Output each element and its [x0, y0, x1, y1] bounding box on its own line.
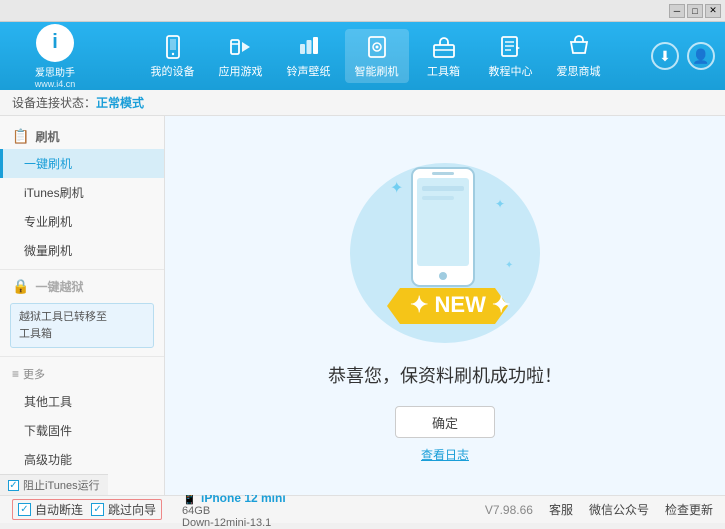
- skip-wizard-check-box[interactable]: [91, 503, 104, 516]
- status-value: 正常模式: [96, 94, 144, 111]
- advanced-label: 高级功能: [24, 453, 72, 467]
- bottom-bar: 自动断连 跳过向导 📱 iPhone 12 mini 64GB Down-12m…: [0, 495, 725, 523]
- ringtones-icon: [295, 33, 323, 61]
- itunes-bar: 阻止iTunes运行: [0, 474, 108, 495]
- flash-section-icon: 📋: [12, 128, 29, 145]
- one-click-flash-label: 一键刷机: [24, 157, 72, 171]
- nav-smart-flash[interactable]: 智能刷机: [345, 29, 409, 83]
- sidebar-info-box: 越狱工具已转移至 工具箱: [10, 303, 154, 348]
- status-bar: 设备连接状态： 正常模式: [0, 90, 725, 116]
- maximize-btn[interactable]: □: [687, 4, 703, 18]
- nav-my-device-label: 我的设备: [151, 63, 195, 79]
- itunes-checkbox[interactable]: [8, 480, 19, 491]
- device-storage: 64GB: [182, 505, 286, 517]
- nav-my-device[interactable]: 我的设备: [141, 29, 205, 83]
- sidebar-more-header: ≡ 更多: [0, 361, 164, 387]
- sidebar-divider-1: [0, 269, 164, 270]
- close-btn[interactable]: ✕: [705, 4, 721, 18]
- phone-illustration-area: ✦ ✦ ✦ ✦ NEW ✦: [340, 148, 550, 348]
- minimize-btn[interactable]: ─: [669, 4, 685, 18]
- nav-smart-flash-label: 智能刷机: [355, 63, 399, 79]
- lock-icon: 🔒: [12, 278, 29, 295]
- sidebar-flash-header: 📋 刷机: [0, 124, 164, 149]
- confirm-button[interactable]: 确定: [395, 406, 495, 438]
- brand-website: www.i4.cn: [35, 79, 76, 89]
- itunes-label: 阻止iTunes运行: [23, 477, 100, 493]
- window-controls: ─ □ ✕: [669, 4, 721, 18]
- nav-right: ⬇ 👤: [651, 42, 715, 70]
- apps-games-icon: [227, 33, 255, 61]
- phone-illustration-svg: ✦ ✦ ✦ ✦ NEW ✦: [340, 148, 550, 348]
- sidebar-advanced[interactable]: 高级功能: [0, 445, 164, 474]
- wechat-link[interactable]: 微信公众号: [589, 501, 649, 518]
- svg-text:✦: ✦: [390, 180, 403, 197]
- nav-shop[interactable]: 爱思商城: [547, 29, 611, 83]
- sidebar: 📋 刷机 一键刷机 iTunes刷机 专业刷机 微量刷机 🔒 一键越狱 越狱工具…: [0, 116, 165, 495]
- sidebar-one-click-flash[interactable]: 一键刷机: [0, 149, 164, 178]
- auto-disconnect-label: 自动断连: [35, 501, 83, 518]
- shop-icon: [565, 33, 593, 61]
- sidebar-other-tools[interactable]: 其他工具: [0, 387, 164, 416]
- sidebar-wipe-flash[interactable]: 微量刷机: [0, 236, 164, 265]
- flash-section-label: 刷机: [35, 128, 59, 145]
- sidebar-itunes-flash[interactable]: iTunes刷机: [0, 178, 164, 207]
- svg-text:✦: ✦: [495, 197, 505, 211]
- smart-flash-icon: [363, 33, 391, 61]
- nav-toolbox-label: 工具箱: [427, 63, 460, 79]
- nav-apps-games[interactable]: 应用游戏: [209, 29, 273, 83]
- skip-wizard-label: 跳过向导: [108, 501, 156, 518]
- sidebar-download-firmware[interactable]: 下载固件: [0, 416, 164, 445]
- view-log-link[interactable]: 查看日志: [421, 446, 469, 463]
- more-section-icon: ≡: [12, 367, 19, 381]
- nav-ringtones[interactable]: 铃声壁纸: [277, 29, 341, 83]
- bottom-right: V7.98.66 客服 微信公众号 检查更新: [485, 501, 713, 518]
- logo-icon: i: [36, 24, 74, 62]
- sidebar-divider-2: [0, 356, 164, 357]
- account-btn[interactable]: 👤: [687, 42, 715, 70]
- status-prefix: 设备连接状态：: [12, 94, 96, 111]
- header: i 爱思助手 www.i4.cn 我的设备: [0, 22, 725, 90]
- more-section-label: 更多: [23, 366, 45, 382]
- update-link[interactable]: 检查更新: [665, 501, 713, 518]
- success-message: 恭喜您，保资料刷机成功啦！: [328, 362, 562, 388]
- title-bar: ─ □ ✕: [0, 0, 725, 22]
- info-box-text: 越狱工具已转移至 工具箱: [19, 311, 107, 340]
- nav-ringtones-label: 铃声壁纸: [287, 63, 331, 79]
- sidebar-jailbreak-header: 🔒 一键越狱: [0, 274, 164, 299]
- service-link[interactable]: 客服: [549, 501, 573, 518]
- sidebar-pro-flash[interactable]: 专业刷机: [0, 207, 164, 236]
- brand-name: 爱思助手: [35, 64, 76, 79]
- content-area: ✦ ✦ ✦ ✦ NEW ✦ 恭喜您，保资料刷机成功啦！ 确定 查看日志: [165, 116, 725, 495]
- nav-toolbox[interactable]: 工具箱: [413, 29, 475, 83]
- tutorials-icon: [497, 33, 525, 61]
- svg-text:✦: ✦: [505, 260, 513, 271]
- pro-flash-label: 专业刷机: [24, 215, 72, 229]
- toolbox-icon: [430, 33, 458, 61]
- version-label: V7.98.66: [485, 503, 533, 517]
- download-btn[interactable]: ⬇: [651, 42, 679, 70]
- other-tools-label: 其他工具: [24, 395, 72, 409]
- logo-area: i 爱思助手 www.i4.cn: [10, 24, 100, 89]
- main-container: 📋 刷机 一键刷机 iTunes刷机 专业刷机 微量刷机 🔒 一键越狱 越狱工具…: [0, 116, 725, 495]
- nav-shop-label: 爱思商城: [557, 63, 601, 79]
- jailbreak-label: 一键越狱: [35, 278, 83, 295]
- nav-apps-games-label: 应用游戏: [219, 63, 263, 79]
- nav-tutorials[interactable]: 教程中心: [479, 29, 543, 83]
- auto-disconnect-checkbox[interactable]: 自动断连: [18, 501, 83, 518]
- nav-tutorials-label: 教程中心: [489, 63, 533, 79]
- my-device-icon: [159, 33, 187, 61]
- itunes-flash-label: iTunes刷机: [24, 186, 84, 200]
- wipe-flash-label: 微量刷机: [24, 244, 72, 258]
- download-firmware-label: 下载固件: [24, 424, 72, 438]
- svg-text:✦ NEW ✦: ✦ NEW ✦: [410, 292, 510, 317]
- auto-disconnect-check-box[interactable]: [18, 503, 31, 516]
- nav-items: 我的设备 应用游戏 铃声壁纸: [100, 29, 651, 83]
- skip-wizard-checkbox[interactable]: 跳过向导: [91, 501, 156, 518]
